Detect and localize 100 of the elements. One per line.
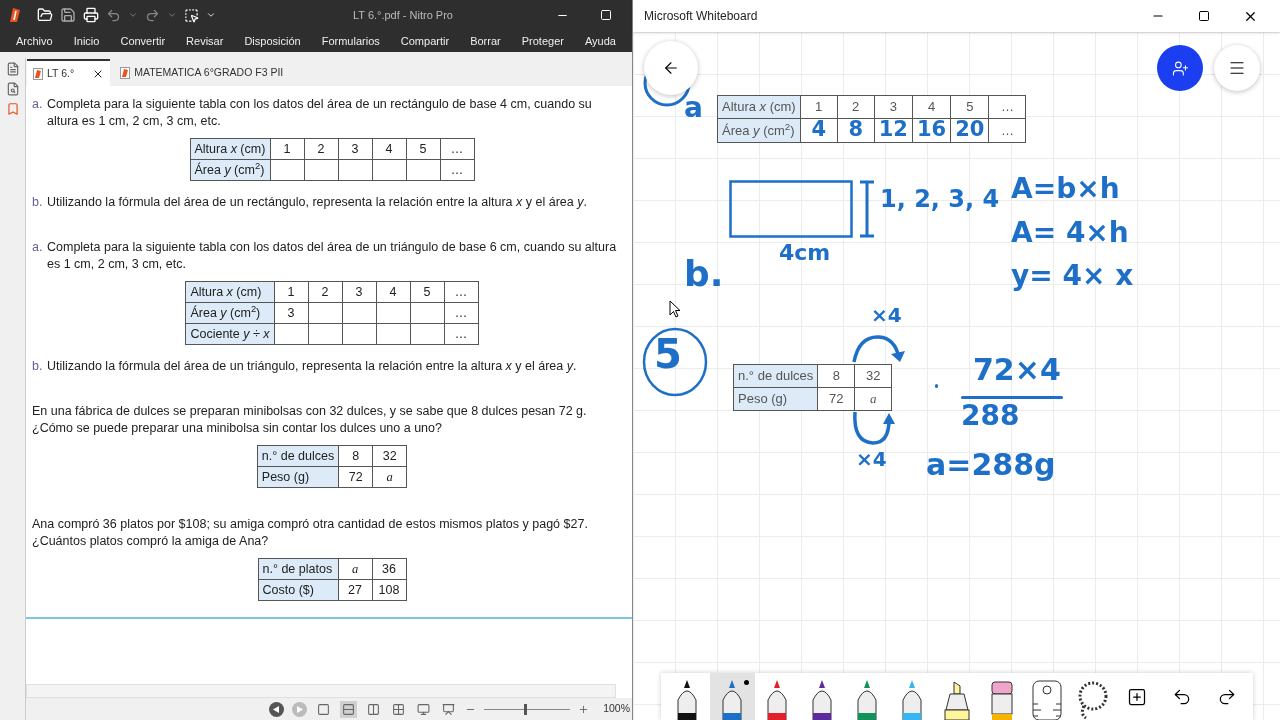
- table-cell: 5: [966, 99, 974, 115]
- row-header: Peso (g): [261, 469, 310, 484]
- add-person-icon: [1171, 59, 1189, 77]
- table-cell: 5: [419, 141, 427, 156]
- handwritten-text: A= 4×h: [1011, 219, 1129, 247]
- ink-circle: [642, 327, 708, 397]
- table-cell: a: [386, 469, 393, 484]
- pen-icon: [676, 678, 699, 720]
- handwritten-text: 5: [654, 334, 682, 374]
- maximize-icon[interactable]: [1198, 10, 1210, 22]
- menu-item[interactable]: Revisar: [186, 32, 224, 50]
- pages-icon[interactable]: [5, 62, 20, 76]
- previous-page-button[interactable]: [269, 701, 285, 717]
- view-mode-icon: [392, 702, 406, 716]
- table-cell: 5: [423, 284, 431, 299]
- item-marker: a.: [32, 239, 44, 256]
- row-header: Altura x (cm): [722, 99, 796, 115]
- handwritten-text: y= 4× x: [1011, 262, 1134, 290]
- app-logo-icon: [8, 7, 22, 23]
- pen-icon: [721, 678, 744, 720]
- row-header: n.° de dulces: [261, 448, 335, 463]
- menu-item[interactable]: Convertir: [120, 32, 166, 50]
- question-text: Completa para la siguiente tabla con los datos del área de un triángulo de base 6 cm, cuando su altura es 1 cm, 2 cm, 3 cm, etc.: [47, 239, 618, 273]
- table-cell: 72: [348, 469, 363, 484]
- invite-button[interactable]: [1157, 45, 1203, 91]
- eraser-icon: [989, 680, 1014, 720]
- horizontal-scrollbar[interactable]: [26, 684, 616, 698]
- table-cell: …: [454, 305, 468, 320]
- table-cell: …: [1000, 99, 1014, 115]
- print-icon[interactable]: [83, 7, 99, 23]
- highlighter-icon: [942, 680, 972, 720]
- table-cell: 3: [351, 141, 359, 156]
- next-icon: [296, 705, 304, 713]
- handwritten-text: ×4: [856, 449, 887, 469]
- menu-icon: [1228, 59, 1246, 77]
- table-cell: 2: [852, 99, 860, 115]
- open-icon[interactable]: [37, 7, 53, 23]
- whiteboard-canvas[interactable]: Altura x (cm) 1 2 3 4 5 … Área y (cm$^{2}$) 4 8 12 16 20 … n.° de dulces 8 32 Peso (g) 72 a a 1, 2, 3, 4 4cm b. A=b×h A= 4×h y= 4× x 5 ×4 ×4 72×4 288 a=288g: [633, 32, 1280, 720]
- table-cell: a: [870, 391, 877, 407]
- menu-item[interactable]: Ayuda: [584, 32, 616, 50]
- table-cell: 1: [287, 284, 295, 299]
- row-header: Área y (cm$^{2}$): [722, 122, 795, 138]
- document-tab[interactable]: LT 6.°: [27, 59, 111, 86]
- view-mode-icon: [317, 702, 331, 716]
- table-cell: …: [454, 326, 468, 341]
- table-cell: 4: [385, 141, 393, 156]
- view-mode-icon: [367, 702, 381, 716]
- ruler-icon: [1031, 680, 1062, 720]
- back-button[interactable]: [644, 41, 698, 95]
- table-cell: 72: [829, 391, 844, 407]
- cursor-icon: [669, 300, 681, 318]
- table-cell: 27: [348, 582, 362, 597]
- search-icon[interactable]: [5, 82, 20, 96]
- row-header: Costo ($): [262, 582, 314, 597]
- redo-icon[interactable]: [145, 7, 160, 23]
- handwritten-text: 288: [961, 402, 1020, 430]
- table-cell: 2: [321, 284, 329, 299]
- table-cell: …: [450, 162, 464, 177]
- select-icon[interactable]: [184, 7, 199, 23]
- menu-button[interactable]: [1214, 45, 1260, 91]
- pen-icon: [856, 678, 879, 720]
- table-cell: 32: [866, 368, 881, 384]
- table-cell: …: [450, 141, 464, 156]
- menu-item[interactable]: Compartir: [400, 32, 450, 50]
- zoom-in-icon[interactable]: [578, 703, 590, 715]
- menu-item[interactable]: Inicio: [73, 32, 100, 50]
- handwritten-text: b.: [684, 256, 724, 292]
- handwritten-text: ×4: [871, 305, 902, 325]
- table-cell: 4: [927, 99, 936, 115]
- bookmark-icon[interactable]: [5, 102, 20, 116]
- ink-bracket: [858, 180, 876, 238]
- menu-item[interactable]: Borrar: [470, 32, 501, 50]
- row-header: Área y (cm$^{2}$): [190, 305, 261, 320]
- undo-icon[interactable]: [106, 7, 121, 23]
- view-mode-button[interactable]: [340, 700, 358, 718]
- table-cell: 8: [848, 117, 863, 141]
- menu-item[interactable]: Archivo: [16, 32, 53, 50]
- table-cell: 8: [352, 448, 360, 463]
- table-cell: 4: [811, 117, 826, 141]
- row-header: Cociente y ÷ x: [190, 326, 270, 341]
- pen-icon: [766, 678, 789, 720]
- previous-icon: [273, 705, 281, 713]
- menu-item[interactable]: Formularios: [321, 32, 380, 50]
- dropdown-icon[interactable]: [206, 10, 216, 20]
- table-cell: 12: [878, 117, 908, 141]
- question-text: Utilizando la fórmula del área de un triángulo, representa la relación entre la altura x y el área y.: [47, 358, 578, 375]
- zoom-slider[interactable]: [484, 703, 571, 715]
- view-mode-icon: [342, 702, 356, 716]
- table-cell: 3: [287, 305, 295, 320]
- row-header: Altura x (cm): [194, 141, 266, 156]
- save-icon[interactable]: [60, 7, 76, 23]
- handwritten-text: 4cm: [779, 242, 831, 264]
- table-cell: 2: [317, 141, 325, 156]
- table-cell: 36: [382, 561, 396, 576]
- zoom-slider-thumb[interactable]: [523, 703, 527, 715]
- menu-item[interactable]: Proteger: [521, 32, 564, 50]
- question-text: Completa para la siguiente tabla con los datos del área de un rectángulo de base 4 cm, cuando su altura es 1 cm, 2 cm, 3 cm, etc.: [47, 96, 593, 130]
- menu-item[interactable]: Disposición: [244, 32, 301, 50]
- pen-icon: [811, 678, 834, 720]
- pdf-icon: [120, 66, 131, 79]
